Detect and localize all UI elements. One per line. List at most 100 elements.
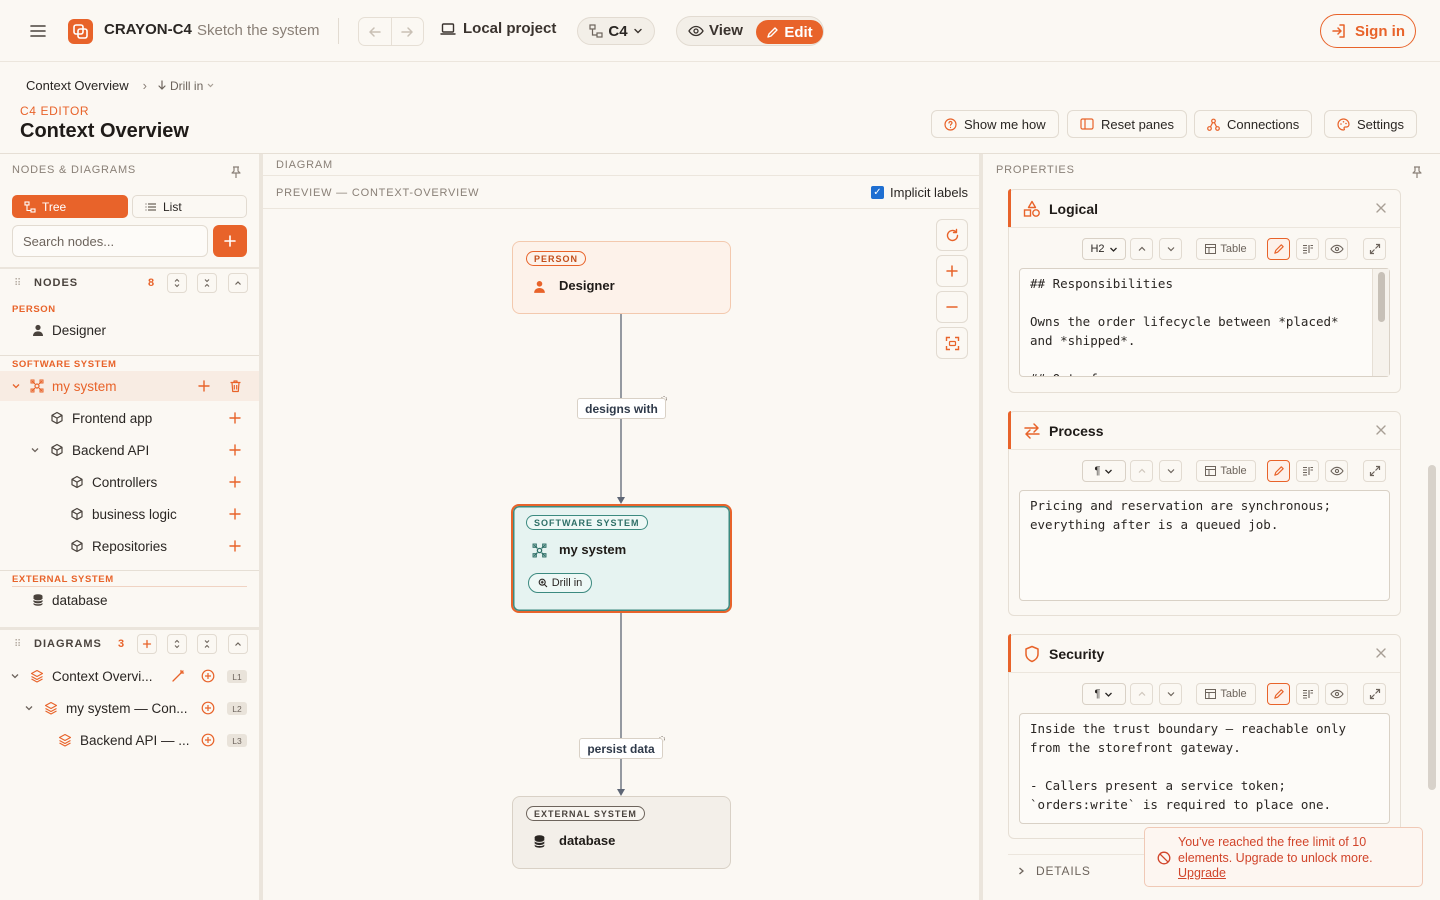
expand-icon[interactable]	[1363, 460, 1386, 482]
move-up-icon[interactable]	[1130, 460, 1153, 482]
connections-button[interactable]: Connections	[1194, 110, 1313, 138]
collapse-all-icon[interactable]	[197, 634, 217, 654]
node-person-designer[interactable]: PERSON Designer	[512, 241, 731, 314]
fit-view-icon[interactable]	[936, 327, 968, 359]
menu-icon[interactable]	[28, 21, 48, 41]
add-circle-icon[interactable]	[201, 701, 215, 715]
forward-arrow-icon[interactable]	[390, 18, 424, 45]
expand-icon[interactable]	[1363, 683, 1386, 705]
add-node-button[interactable]	[213, 225, 247, 257]
split-view-icon[interactable]	[1296, 238, 1319, 260]
preview-eye-icon[interactable]	[1325, 238, 1348, 260]
chevron-down-icon[interactable]	[10, 380, 22, 392]
project-selector[interactable]: Local project	[440, 20, 556, 37]
edit-icon[interactable]	[1267, 460, 1290, 482]
heading-select[interactable]: ¶	[1082, 460, 1126, 482]
chevron-down-icon[interactable]	[9, 670, 21, 682]
edit-mode-button[interactable]: Edit	[756, 20, 823, 44]
tree-view-tab[interactable]: Tree	[12, 195, 128, 218]
pin-icon[interactable]	[229, 165, 243, 179]
security-markdown-editor[interactable]: Inside the trust boundary — reachable on…	[1019, 713, 1390, 824]
insert-table-button[interactable]: Table	[1196, 460, 1256, 482]
move-down-icon[interactable]	[1159, 460, 1182, 482]
close-icon[interactable]	[1375, 647, 1387, 659]
show-me-how-button[interactable]: Show me how	[931, 110, 1059, 138]
tree-item-database[interactable]: database	[0, 585, 259, 615]
drag-handle-icon[interactable]: ⠿	[14, 639, 21, 650]
chevron-down-icon[interactable]	[23, 702, 35, 714]
tree-item-designer[interactable]: Designer	[0, 315, 259, 345]
split-view-icon[interactable]	[1296, 683, 1319, 705]
properties-scrollbar[interactable]	[1428, 465, 1436, 790]
edge-label-designs-with[interactable]: designs with	[577, 398, 666, 419]
preview-eye-icon[interactable]	[1325, 460, 1348, 482]
add-diagram-icon[interactable]	[137, 634, 157, 654]
magic-wand-icon[interactable]	[171, 669, 185, 683]
tree-item-my-system[interactable]: my system	[0, 371, 259, 401]
zoom-out-icon[interactable]	[936, 291, 968, 323]
move-down-icon[interactable]	[1159, 238, 1182, 260]
logical-markdown-editor[interactable]: ## Responsibilities Owns the order lifec…	[1019, 268, 1390, 377]
trash-icon[interactable]	[229, 379, 243, 393]
collapse-all-icon[interactable]	[197, 273, 217, 293]
move-up-icon[interactable]	[1130, 238, 1153, 260]
search-nodes-input[interactable]	[12, 225, 208, 257]
list-view-tab[interactable]: List	[132, 195, 247, 218]
drag-handle-icon[interactable]: ⠿	[14, 278, 21, 289]
chevron-up-icon[interactable]	[228, 273, 248, 293]
edit-icon[interactable]	[1267, 238, 1290, 260]
back-arrow-icon[interactable]	[359, 18, 391, 45]
sign-in-button[interactable]: Sign in	[1320, 14, 1416, 48]
breadcrumb-current[interactable]: Context Overview	[26, 78, 129, 93]
tree-item-repositories[interactable]: Repositories	[0, 531, 259, 561]
move-up-icon[interactable]	[1130, 683, 1153, 705]
list-view-label: List	[163, 199, 182, 214]
add-child-icon[interactable]	[228, 507, 242, 521]
preview-eye-icon[interactable]	[1325, 683, 1348, 705]
add-child-icon[interactable]	[228, 411, 242, 425]
close-icon[interactable]	[1375, 202, 1387, 214]
heading-select[interactable]: H2	[1082, 238, 1126, 260]
heading-select[interactable]: ¶	[1082, 683, 1126, 705]
reset-panes-button[interactable]: Reset panes	[1067, 110, 1187, 138]
drill-in-button[interactable]: Drill in	[528, 573, 592, 593]
pin-icon[interactable]	[1410, 165, 1424, 179]
reset-view-icon[interactable]	[936, 219, 968, 251]
node-external-system-database[interactable]: EXTERNAL SYSTEM database	[512, 796, 731, 869]
expand-icon[interactable]	[1363, 238, 1386, 260]
diagram-item-my-system-container[interactable]: my system — Con... L2	[0, 693, 259, 723]
expand-all-icon[interactable]	[167, 273, 187, 293]
diagram-item-context-overview[interactable]: Context Overvi... L1	[0, 661, 259, 691]
editor-scrollbar[interactable]	[1372, 269, 1389, 376]
insert-table-button[interactable]: Table	[1196, 238, 1256, 260]
insert-table-button[interactable]: Table	[1196, 683, 1256, 705]
process-markdown-editor[interactable]: Pricing and reservation are synchronous;…	[1019, 490, 1390, 601]
upgrade-link[interactable]: Upgrade	[1178, 866, 1226, 880]
add-child-icon[interactable]	[197, 379, 211, 393]
tree-item-business-logic[interactable]: business logic	[0, 499, 259, 529]
tree-item-frontend-app[interactable]: Frontend app	[0, 403, 259, 433]
add-child-icon[interactable]	[228, 475, 242, 489]
edit-icon[interactable]	[1267, 683, 1290, 705]
zoom-in-icon[interactable]	[936, 255, 968, 287]
tree-item-backend-api[interactable]: Backend API	[0, 435, 259, 465]
split-view-icon[interactable]	[1296, 460, 1319, 482]
notation-select[interactable]: C4	[577, 17, 655, 45]
view-mode-button[interactable]: View	[688, 22, 743, 39]
tree-item-controllers[interactable]: Controllers	[0, 467, 259, 497]
add-circle-icon[interactable]	[201, 733, 215, 747]
diagram-item-backend-api-component[interactable]: Backend API — ... L3	[0, 725, 259, 755]
chevron-up-icon[interactable]	[228, 634, 248, 654]
settings-button[interactable]: Settings	[1324, 110, 1417, 138]
expand-all-icon[interactable]	[167, 634, 187, 654]
add-child-icon[interactable]	[228, 443, 242, 457]
scrollbar-thumb[interactable]	[1378, 272, 1385, 322]
node-software-system-my-system[interactable]: SOFTWARE SYSTEM my system Drill in	[511, 504, 732, 613]
drill-in-dropdown[interactable]: Drill in	[157, 79, 215, 93]
chevron-down-icon[interactable]	[29, 444, 41, 456]
add-child-icon[interactable]	[228, 539, 242, 553]
move-down-icon[interactable]	[1159, 683, 1182, 705]
add-circle-icon[interactable]	[201, 669, 215, 683]
close-icon[interactable]	[1375, 424, 1387, 436]
edge-label-persist-data[interactable]: persist data	[579, 738, 663, 759]
